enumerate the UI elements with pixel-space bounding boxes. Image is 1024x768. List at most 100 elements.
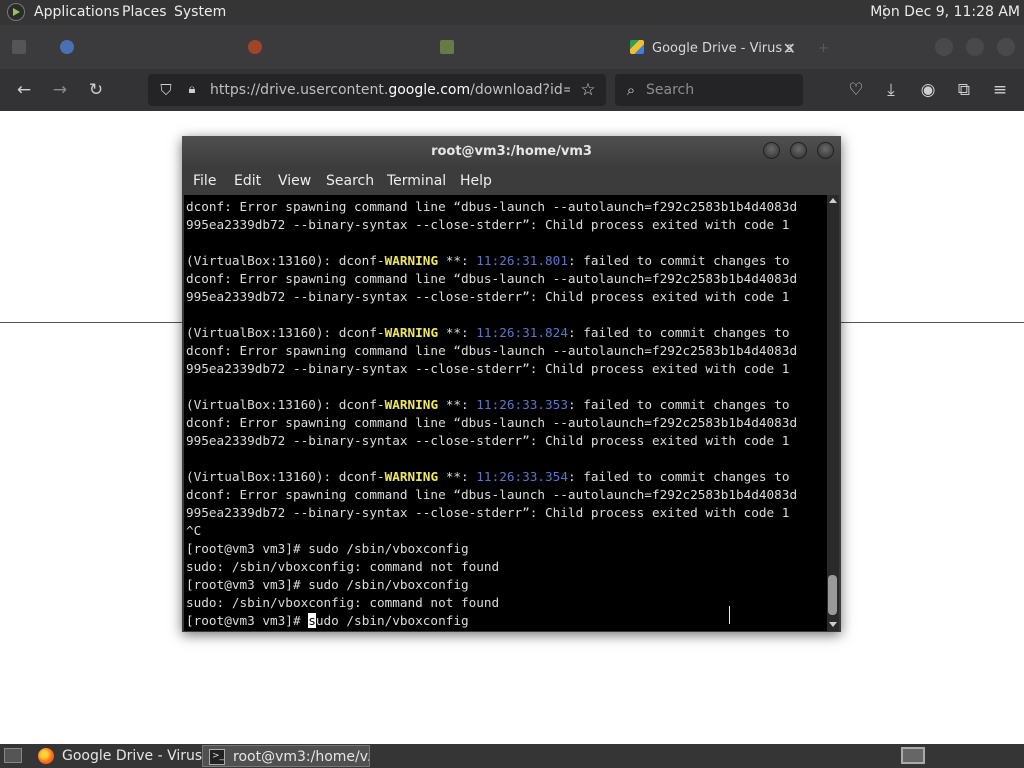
- minimize-icon[interactable]: [763, 142, 780, 159]
- line-suffix: : failed to commit changes to: [567, 469, 790, 484]
- line-suffix: : failed to commit changes to: [567, 325, 790, 340]
- drive-icon: [440, 40, 454, 54]
- line-text: 995ea2339db72 --binary-syntax --close-st…: [186, 217, 790, 232]
- close-icon[interactable]: [817, 142, 834, 159]
- firefox-icon: [248, 40, 262, 54]
- search-placeholder: Search: [646, 82, 695, 98]
- lock-icon[interactable]: 🔒︎: [180, 78, 204, 102]
- extensions-icon[interactable]: ⧉: [952, 78, 976, 102]
- account-icon[interactable]: ◉: [916, 78, 940, 102]
- search-icon: ⌕: [626, 81, 636, 99]
- close-window-icon[interactable]: [997, 38, 1015, 56]
- line-text: dconf: Error spawning command line “dbus…: [186, 415, 798, 430]
- maximize-window-icon[interactable]: [966, 38, 984, 56]
- maximize-icon[interactable]: [790, 142, 807, 159]
- terminal-line: dconf: Error spawning command line “dbus…: [186, 270, 797, 288]
- menu-file[interactable]: File: [193, 167, 216, 195]
- taskbar: Google Drive - Virus... >_ root@vm3:/hom…: [0, 744, 1024, 768]
- task-label: Google Drive - Virus...: [62, 748, 202, 764]
- terminal-line: (VirtualBox:13160): dconf-WARNING **: 11…: [186, 468, 797, 486]
- line-prefix: (VirtualBox:13160): dconf-: [186, 469, 385, 484]
- task-firefox[interactable]: Google Drive - Virus...: [32, 745, 202, 767]
- task-terminal[interactable]: >_ root@vm3:/home/v...: [202, 745, 370, 767]
- tab-2[interactable]: [248, 33, 398, 65]
- back-icon[interactable]: ←: [12, 78, 36, 102]
- forward-icon[interactable]: →: [48, 78, 72, 102]
- clock[interactable]: Mon Dec 9, 11:28 AM: [870, 4, 1020, 20]
- scrollbar-thumb[interactable]: [828, 575, 837, 615]
- line-prefix: (VirtualBox:13160): dconf-: [186, 397, 385, 412]
- url-bar[interactable]: ⛉ 🔒︎ https://drive.usercontent.google.co…: [148, 74, 606, 106]
- terminal-line: dconf: Error spawning command line “dbus…: [186, 486, 797, 504]
- tab-1[interactable]: [60, 33, 210, 65]
- search-input[interactable]: ⌕ Search: [615, 74, 803, 106]
- shield-icon[interactable]: ⛉: [154, 78, 178, 102]
- menu-search[interactable]: Search: [326, 167, 374, 195]
- text-cursor: s: [308, 613, 316, 628]
- chrome-icon: [60, 40, 74, 54]
- line-text: dconf: Error spawning command line “dbus…: [186, 199, 798, 214]
- terminal-line: [root@vm3 vm3]# sudo /sbin/vboxconfig: [186, 540, 797, 558]
- terminal-line: dconf: Error spawning command line “dbus…: [186, 342, 797, 360]
- line-text: dconf: Error spawning command line “dbus…: [186, 487, 798, 502]
- applications-menu[interactable]: Applications: [34, 4, 120, 20]
- places-menu[interactable]: Places: [122, 4, 167, 20]
- system-menu[interactable]: System: [174, 4, 226, 20]
- line-text: 995ea2339db72 --binary-syntax --close-st…: [186, 505, 790, 520]
- line-sep: **:: [438, 469, 477, 484]
- downloads-icon[interactable]: ⤓: [879, 78, 903, 102]
- terminal-line: 995ea2339db72 --binary-syntax --close-st…: [186, 288, 797, 306]
- line-suffix: : failed to commit changes to: [567, 397, 790, 412]
- line-text: sudo: /sbin/vboxconfig: command not foun…: [186, 559, 500, 574]
- menu-terminal[interactable]: Terminal: [387, 167, 446, 195]
- menu-icon[interactable]: ≡: [988, 78, 1012, 102]
- warning-label: WARNING: [384, 325, 439, 340]
- terminal-line: (VirtualBox:13160): dconf-WARNING **: 11…: [186, 252, 797, 270]
- tab-list-icon[interactable]: [12, 33, 30, 65]
- scroll-down-icon[interactable]: [829, 622, 837, 627]
- terminal-line: sudo: /sbin/vboxconfig: command not foun…: [186, 558, 797, 576]
- pocket-icon[interactable]: ♡: [844, 78, 868, 102]
- terminal-line: 995ea2339db72 --binary-syntax --close-st…: [186, 504, 797, 522]
- terminal-line: 995ea2339db72 --binary-syntax --close-st…: [186, 432, 797, 450]
- menu-view[interactable]: View: [278, 167, 311, 195]
- line-text: 995ea2339db72 --binary-syntax --close-st…: [186, 433, 790, 448]
- terminal-line: (VirtualBox:13160): dconf-WARNING **: 11…: [186, 396, 797, 414]
- ibeam-cursor-icon: [729, 606, 731, 624]
- menu-edit[interactable]: Edit: [234, 167, 261, 195]
- menu-help[interactable]: Help: [460, 167, 492, 195]
- line-text: 995ea2339db72 --binary-syntax --close-st…: [186, 289, 790, 304]
- workspace-switcher[interactable]: [901, 747, 925, 764]
- scroll-up-icon[interactable]: [829, 198, 837, 203]
- minimize-window-icon[interactable]: [935, 38, 953, 56]
- tab-3[interactable]: [440, 33, 590, 65]
- url-text: https://drive.usercontent.google.com/dow…: [210, 82, 570, 98]
- terminal-title[interactable]: root@vm3:/home/vm3: [182, 136, 841, 167]
- line-text: [root@vm3 vm3]# sudo /sbin/vboxconfig: [186, 541, 469, 556]
- reload-icon[interactable]: ↻: [84, 78, 108, 102]
- terminal-window: root@vm3:/home/vm3 File Edit View Search…: [182, 136, 841, 632]
- terminal-line: 995ea2339db72 --binary-syntax --close-st…: [186, 216, 797, 234]
- gnome-foot-icon[interactable]: [7, 3, 25, 21]
- warning-label: WARNING: [384, 397, 439, 412]
- terminal-output[interactable]: dconf: Error spawning command line “dbus…: [184, 195, 827, 631]
- terminal-line: [root@vm3 vm3]# sudo /sbin/vboxconfig: [186, 576, 797, 594]
- terminal-lines: dconf: Error spawning command line “dbus…: [186, 198, 797, 630]
- line-suffix: : failed to commit changes to: [567, 253, 790, 268]
- terminal-line: sudo: /sbin/vboxconfig: command not foun…: [186, 594, 797, 612]
- tab-google-drive[interactable]: Google Drive - Virus s ✕: [630, 33, 796, 65]
- warning-label: WARNING: [384, 469, 439, 484]
- new-tab-icon[interactable]: +: [818, 33, 832, 65]
- line-sep: **:: [438, 325, 477, 340]
- bookmark-star-icon[interactable]: ☆: [576, 78, 600, 102]
- line-text: ^C: [186, 523, 202, 538]
- close-tab-icon[interactable]: ✕: [783, 33, 796, 65]
- show-desktop-icon[interactable]: [4, 748, 22, 763]
- terminal-scrollbar[interactable]: [827, 195, 839, 631]
- terminal-line: [root@vm3 vm3]# sudo /sbin/vboxconfig: [186, 612, 797, 630]
- line-text: [root@vm3 vm3]# sudo /sbin/vboxconfig: [186, 577, 469, 592]
